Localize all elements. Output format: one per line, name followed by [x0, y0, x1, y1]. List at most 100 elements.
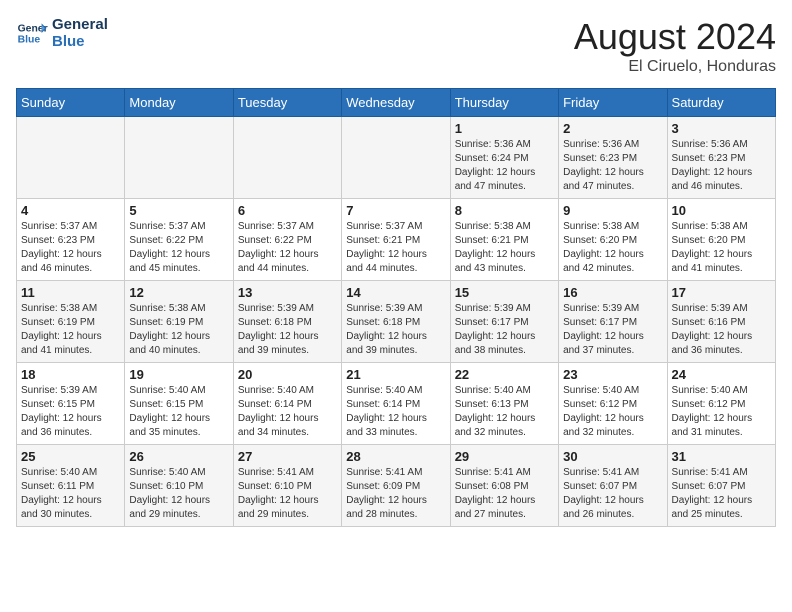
- calendar-cell: 9 Sunrise: 5:38 AM Sunset: 6:20 PM Daylig…: [559, 199, 667, 281]
- day-number: 14: [346, 285, 445, 300]
- day-number: 30: [563, 449, 662, 464]
- day-number: 8: [455, 203, 554, 218]
- calendar-cell: 25Sunrise: 5:40 AM Sunset: 6:11 PM Dayli…: [17, 445, 125, 527]
- calendar-cell: 5 Sunrise: 5:37 AM Sunset: 6:22 PM Daylig…: [125, 199, 233, 281]
- day-info: Sunrise: 5:39 AM Sunset: 6:16 PM Dayligh…: [672, 302, 771, 358]
- day-info: Sunrise: 5:36 AM Sunset: 6:23 PM Dayligh…: [563, 138, 662, 194]
- day-info: Sunrise: 5:38 AM Sunset: 6:21 PM Dayligh…: [455, 220, 554, 276]
- calendar-cell: 23 Sunrise: 5:40 AM Sunset: 6:12 PM Dayli…: [559, 363, 667, 445]
- logo: General Blue General Blue: [16, 16, 108, 50]
- day-info: Sunrise: 5:37 AM Sunset: 6:22 PM Dayligh…: [238, 220, 337, 276]
- calendar-cell: 21 Sunrise: 5:40 AM Sunset: 6:14 PM Dayli…: [342, 363, 450, 445]
- day-info: Sunrise: 5:39 AM Sunset: 6:15 PM Dayligh…: [21, 384, 120, 440]
- calendar-cell: 1Sunrise: 5:36 AM Sunset: 6:24 PM Daylig…: [450, 117, 558, 199]
- day-info: Sunrise: 5:36 AM Sunset: 6:24 PM Dayligh…: [455, 138, 554, 194]
- day-number: 5: [129, 203, 228, 218]
- day-info: Sunrise: 5:38 AM Sunset: 6:19 PM Dayligh…: [21, 302, 120, 358]
- day-number: 7: [346, 203, 445, 218]
- day-number: 24: [672, 367, 771, 382]
- day-info: Sunrise: 5:41 AM Sunset: 6:08 PM Dayligh…: [455, 466, 554, 522]
- weekday-header: Thursday: [450, 89, 558, 117]
- day-info: Sunrise: 5:41 AM Sunset: 6:10 PM Dayligh…: [238, 466, 337, 522]
- day-info: Sunrise: 5:38 AM Sunset: 6:20 PM Dayligh…: [672, 220, 771, 276]
- calendar-cell: [17, 117, 125, 199]
- calendar-cell: [342, 117, 450, 199]
- calendar-cell: 27 Sunrise: 5:41 AM Sunset: 6:10 PM Dayli…: [233, 445, 341, 527]
- calendar-cell: 31 Sunrise: 5:41 AM Sunset: 6:07 PM Dayli…: [667, 445, 775, 527]
- day-number: 16: [563, 285, 662, 300]
- day-number: 11: [21, 285, 120, 300]
- day-number: 22: [455, 367, 554, 382]
- calendar-cell: 28 Sunrise: 5:41 AM Sunset: 6:09 PM Dayli…: [342, 445, 450, 527]
- day-info: Sunrise: 5:39 AM Sunset: 6:17 PM Dayligh…: [563, 302, 662, 358]
- day-number: 31: [672, 449, 771, 464]
- day-info: Sunrise: 5:38 AM Sunset: 6:20 PM Dayligh…: [563, 220, 662, 276]
- calendar-cell: 19 Sunrise: 5:40 AM Sunset: 6:15 PM Dayli…: [125, 363, 233, 445]
- day-info: Sunrise: 5:39 AM Sunset: 6:18 PM Dayligh…: [346, 302, 445, 358]
- day-info: Sunrise: 5:41 AM Sunset: 6:09 PM Dayligh…: [346, 466, 445, 522]
- day-number: 28: [346, 449, 445, 464]
- logo-icon: General Blue: [16, 17, 48, 49]
- day-info: Sunrise: 5:40 AM Sunset: 6:14 PM Dayligh…: [346, 384, 445, 440]
- day-info: Sunrise: 5:40 AM Sunset: 6:10 PM Dayligh…: [129, 466, 228, 522]
- calendar-header: SundayMondayTuesdayWednesdayThursdayFrid…: [17, 89, 776, 117]
- calendar-cell: 30 Sunrise: 5:41 AM Sunset: 6:07 PM Dayli…: [559, 445, 667, 527]
- day-number: 17: [672, 285, 771, 300]
- calendar-cell: 6 Sunrise: 5:37 AM Sunset: 6:22 PM Daylig…: [233, 199, 341, 281]
- calendar-cell: 16 Sunrise: 5:39 AM Sunset: 6:17 PM Dayli…: [559, 281, 667, 363]
- logo-line2: Blue: [52, 33, 108, 50]
- day-info: Sunrise: 5:39 AM Sunset: 6:17 PM Dayligh…: [455, 302, 554, 358]
- day-number: 2: [563, 121, 662, 136]
- calendar-cell: 20Sunrise: 5:40 AM Sunset: 6:14 PM Dayli…: [233, 363, 341, 445]
- day-info: Sunrise: 5:40 AM Sunset: 6:13 PM Dayligh…: [455, 384, 554, 440]
- day-info: Sunrise: 5:40 AM Sunset: 6:14 PM Dayligh…: [238, 384, 337, 440]
- day-info: Sunrise: 5:40 AM Sunset: 6:12 PM Dayligh…: [563, 384, 662, 440]
- day-number: 29: [455, 449, 554, 464]
- calendar-cell: 13Sunrise: 5:39 AM Sunset: 6:18 PM Dayli…: [233, 281, 341, 363]
- calendar-cell: 7 Sunrise: 5:37 AM Sunset: 6:21 PM Daylig…: [342, 199, 450, 281]
- day-number: 4: [21, 203, 120, 218]
- calendar-cell: 26Sunrise: 5:40 AM Sunset: 6:10 PM Dayli…: [125, 445, 233, 527]
- weekday-header: Tuesday: [233, 89, 341, 117]
- calendar-cell: 8 Sunrise: 5:38 AM Sunset: 6:21 PM Daylig…: [450, 199, 558, 281]
- day-number: 18: [21, 367, 120, 382]
- day-info: Sunrise: 5:39 AM Sunset: 6:18 PM Dayligh…: [238, 302, 337, 358]
- day-number: 9: [563, 203, 662, 218]
- calendar-cell: 2 Sunrise: 5:36 AM Sunset: 6:23 PM Daylig…: [559, 117, 667, 199]
- location: El Ciruelo, Honduras: [574, 58, 776, 76]
- title-block: August 2024 El Ciruelo, Honduras: [574, 16, 776, 76]
- day-info: Sunrise: 5:36 AM Sunset: 6:23 PM Dayligh…: [672, 138, 771, 194]
- weekday-header: Wednesday: [342, 89, 450, 117]
- calendar-cell: 12 Sunrise: 5:38 AM Sunset: 6:19 PM Dayli…: [125, 281, 233, 363]
- day-number: 25: [21, 449, 120, 464]
- day-number: 19: [129, 367, 228, 382]
- weekday-header: Saturday: [667, 89, 775, 117]
- calendar-cell: 10 Sunrise: 5:38 AM Sunset: 6:20 PM Dayli…: [667, 199, 775, 281]
- day-number: 27: [238, 449, 337, 464]
- page-header: General Blue General Blue August 2024 El…: [16, 16, 776, 76]
- day-info: Sunrise: 5:41 AM Sunset: 6:07 PM Dayligh…: [563, 466, 662, 522]
- weekday-header: Friday: [559, 89, 667, 117]
- day-number: 3: [672, 121, 771, 136]
- day-number: 21: [346, 367, 445, 382]
- day-number: 23: [563, 367, 662, 382]
- calendar-cell: 17 Sunrise: 5:39 AM Sunset: 6:16 PM Dayli…: [667, 281, 775, 363]
- day-info: Sunrise: 5:40 AM Sunset: 6:12 PM Dayligh…: [672, 384, 771, 440]
- calendar-cell: 29 Sunrise: 5:41 AM Sunset: 6:08 PM Dayli…: [450, 445, 558, 527]
- day-info: Sunrise: 5:37 AM Sunset: 6:22 PM Dayligh…: [129, 220, 228, 276]
- day-number: 10: [672, 203, 771, 218]
- day-number: 12: [129, 285, 228, 300]
- calendar-table: SundayMondayTuesdayWednesdayThursdayFrid…: [16, 88, 776, 527]
- day-info: Sunrise: 5:40 AM Sunset: 6:15 PM Dayligh…: [129, 384, 228, 440]
- day-number: 6: [238, 203, 337, 218]
- day-info: Sunrise: 5:41 AM Sunset: 6:07 PM Dayligh…: [672, 466, 771, 522]
- logo-line1: General: [52, 16, 108, 33]
- calendar-cell: [125, 117, 233, 199]
- day-info: Sunrise: 5:38 AM Sunset: 6:19 PM Dayligh…: [129, 302, 228, 358]
- calendar-cell: [233, 117, 341, 199]
- calendar-cell: 15Sunrise: 5:39 AM Sunset: 6:17 PM Dayli…: [450, 281, 558, 363]
- svg-text:Blue: Blue: [18, 35, 41, 46]
- day-info: Sunrise: 5:37 AM Sunset: 6:21 PM Dayligh…: [346, 220, 445, 276]
- weekday-header: Sunday: [17, 89, 125, 117]
- month-title: August 2024: [574, 16, 776, 58]
